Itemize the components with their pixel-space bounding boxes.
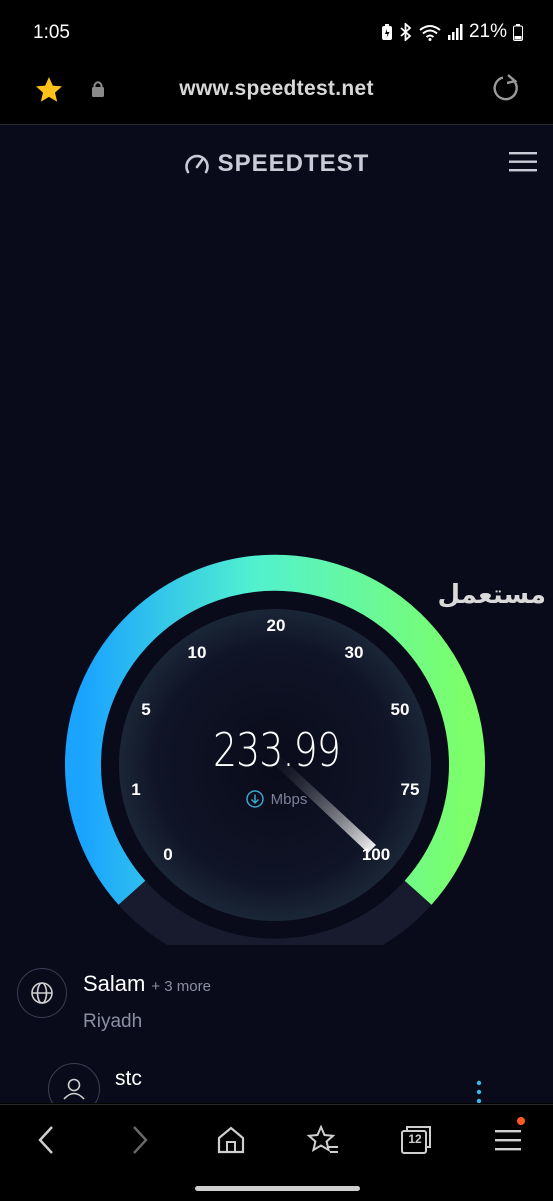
reload-icon[interactable]	[491, 73, 521, 103]
unit-row: Mbps	[0, 790, 553, 808]
signal-icon	[447, 24, 463, 40]
more-vertical-icon[interactable]	[476, 1080, 482, 1103]
watermark-logo: مستعمل	[437, 580, 546, 610]
url-field[interactable]: www.speedtest.net	[0, 77, 553, 101]
globe-icon	[31, 982, 53, 1004]
tab-count: 12	[408, 1132, 422, 1146]
back-icon[interactable]	[34, 1123, 58, 1157]
server-more[interactable]: + 3 more	[151, 978, 211, 995]
bluetooth-icon	[400, 23, 412, 41]
provider-name: stc	[115, 1067, 142, 1090]
forward-icon[interactable]	[128, 1123, 152, 1157]
battery-saver-icon	[381, 23, 392, 40]
download-icon	[245, 790, 264, 808]
gauge-tick-label: 30	[345, 643, 364, 662]
wifi-icon	[419, 24, 441, 41]
tabs-button[interactable]: 12	[398, 1123, 432, 1157]
address-bar: www.speedtest.net	[0, 60, 553, 125]
speedtest-page: SPEEDTEST 0 1 5 10 20 30 50 75 100 233.9…	[0, 125, 553, 1103]
hamburger-icon	[495, 1130, 521, 1151]
bookmarks-icon[interactable]	[306, 1123, 340, 1157]
home-icon[interactable]	[215, 1123, 247, 1157]
server-name-text: Salam	[83, 971, 146, 996]
status-time: 1:05	[33, 22, 70, 43]
gesture-home-bar[interactable]	[195, 1186, 360, 1191]
user-icon-badge	[48, 1063, 100, 1103]
speed-unit: Mbps	[270, 790, 308, 808]
speed-reading: 233.99	[212, 723, 341, 777]
gauge-tick-label: 10	[188, 643, 207, 662]
server-location: Riyadh	[83, 1011, 143, 1032]
status-icons: 21%	[381, 21, 523, 43]
gauge-tick-label: 0	[163, 845, 172, 864]
globe-icon-badge[interactable]	[17, 968, 67, 1018]
gauge-tick-label: 20	[267, 616, 286, 635]
status-bar: 1:05 21%	[0, 0, 553, 60]
gauge-tick-label: 50	[391, 700, 410, 719]
battery-percent: 21%	[468, 21, 507, 42]
gauge-tick-label: 100	[362, 845, 390, 864]
speed-gauge: 0 1 5 10 20 30 50 75 100	[65, 554, 485, 945]
server-name[interactable]: Salam + 3 more	[83, 971, 211, 997]
notification-dot	[517, 1117, 525, 1125]
battery-icon	[513, 23, 523, 41]
user-icon	[63, 1078, 85, 1100]
gauge-tick-label: 5	[141, 700, 150, 719]
menu-button[interactable]	[495, 1117, 525, 1157]
